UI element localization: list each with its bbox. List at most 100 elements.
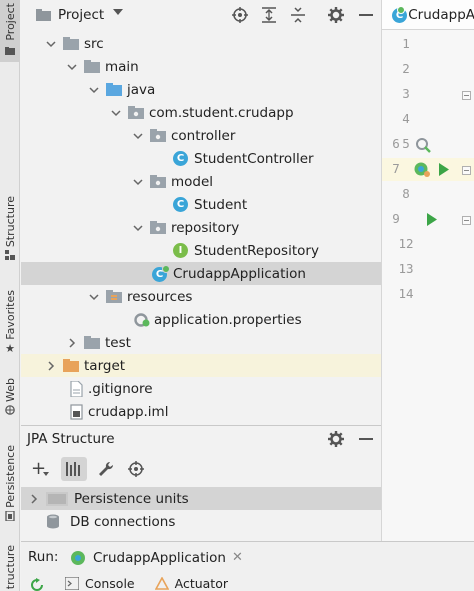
folder-icon xyxy=(84,336,100,349)
tree-label: Student xyxy=(194,196,248,213)
line-number: 9 xyxy=(392,211,400,226)
tool-tab-favorites-label: Favorites xyxy=(3,290,17,340)
console-icon xyxy=(65,577,79,590)
target-icon[interactable] xyxy=(232,7,248,23)
tree-row-main[interactable]: main xyxy=(21,55,381,78)
tree-row-model[interactable]: model xyxy=(21,170,381,193)
tree-row-controller[interactable]: controller xyxy=(21,124,381,147)
tree-row-resources[interactable]: resources xyxy=(21,285,381,308)
folder-icon xyxy=(63,37,79,50)
rerun-icon[interactable] xyxy=(29,578,45,591)
tree-row-package[interactable]: com.student.crudapp xyxy=(21,101,381,124)
spring-bean-icon[interactable] xyxy=(415,137,431,153)
chevron-down-icon[interactable] xyxy=(133,177,143,187)
line-number: 13 xyxy=(398,261,414,276)
project-panel: Project src main java com.student.crudap… xyxy=(21,0,399,425)
properties-file-icon xyxy=(134,312,150,327)
editor-area: C CrudappA 1 2 3 4 5 6 7 8 9 12 13 14 xyxy=(381,0,474,541)
tree-row-studentcontroller[interactable]: C StudentController xyxy=(21,147,381,170)
chevron-right-icon[interactable] xyxy=(46,360,56,371)
tool-tab-web[interactable]: Web xyxy=(0,378,20,426)
close-icon[interactable]: ✕ xyxy=(232,550,243,565)
columns-icon xyxy=(66,462,80,476)
chevron-right-icon[interactable] xyxy=(29,493,39,504)
chevron-down-icon[interactable] xyxy=(133,223,143,233)
spring-boot-icon[interactable] xyxy=(413,161,431,178)
jpa-item-label: DB connections xyxy=(70,513,176,530)
tool-tab-structure[interactable]: Structure xyxy=(0,196,20,268)
tree-row-student[interactable]: C Student xyxy=(21,193,381,216)
target-icon[interactable] xyxy=(128,461,144,477)
tool-tab-project[interactable]: Project xyxy=(0,0,20,62)
tool-tab-favorites[interactable]: Favorites ★ xyxy=(0,290,20,360)
run-icon[interactable] xyxy=(426,213,438,226)
run-icon[interactable] xyxy=(438,163,450,176)
tree-row-iml[interactable]: crudapp.iml xyxy=(21,400,381,423)
fold-marker[interactable] xyxy=(462,91,471,100)
chevron-down-icon[interactable] xyxy=(113,9,123,15)
persistence-icon xyxy=(5,510,15,521)
console-tab[interactable]: Console xyxy=(65,576,135,591)
console-tab-label: Console xyxy=(85,576,135,591)
chevron-down-icon[interactable] xyxy=(46,39,56,49)
run-label: Run: xyxy=(28,549,59,565)
package-icon xyxy=(150,175,166,188)
chevron-down-icon[interactable] xyxy=(133,131,143,141)
line-number: 4 xyxy=(402,111,410,126)
fold-marker[interactable] xyxy=(462,216,471,225)
source-folder-icon xyxy=(106,83,122,96)
star-icon: ★ xyxy=(5,341,15,355)
run-subtabs: Console Actuator xyxy=(65,576,228,591)
chevron-down-icon[interactable] xyxy=(89,85,99,95)
editor-tab-label: CrudappA xyxy=(408,6,474,23)
run-config-tab[interactable]: CrudappApplication ✕ xyxy=(71,545,243,570)
line-number: 7 xyxy=(392,161,400,176)
chevron-right-icon[interactable] xyxy=(67,337,77,348)
tool-tab-structure-bottom[interactable]: tructure xyxy=(0,545,20,591)
tree-row-test[interactable]: test xyxy=(21,331,381,354)
class-icon: C xyxy=(173,151,188,166)
tree-label: CrudappApplication xyxy=(173,265,306,282)
hide-icon[interactable] xyxy=(359,14,373,16)
spring-boot-icon xyxy=(71,550,89,566)
jpa-item-persistence-units[interactable]: Persistence units xyxy=(21,487,381,510)
tree-row-gitignore[interactable]: .gitignore xyxy=(21,377,381,400)
tree-label: main xyxy=(105,58,139,75)
hide-icon[interactable] xyxy=(359,438,373,440)
globe-icon xyxy=(5,405,15,415)
view-toggle-button[interactable] xyxy=(61,457,87,481)
gear-icon[interactable] xyxy=(328,7,344,23)
tree-row-crudappapplication[interactable]: C CrudappApplication xyxy=(21,262,381,285)
chevron-down-icon[interactable] xyxy=(111,108,121,118)
tree-label: controller xyxy=(171,127,236,144)
tree-row-java[interactable]: java xyxy=(21,78,381,101)
tree-row-src[interactable]: src xyxy=(21,32,381,55)
tool-tab-persistence[interactable]: Persistence xyxy=(0,445,20,527)
fold-marker[interactable] xyxy=(462,166,471,175)
interface-icon: I xyxy=(173,243,188,258)
collapse-all-icon[interactable] xyxy=(291,7,305,23)
tree-label: src xyxy=(84,35,104,52)
chevron-down-icon[interactable] xyxy=(67,62,77,72)
tree-row-application-properties[interactable]: application.properties xyxy=(21,308,381,331)
gear-icon[interactable] xyxy=(328,431,344,447)
chevron-down-icon[interactable] xyxy=(89,292,99,302)
wrench-icon[interactable] xyxy=(98,461,114,477)
expand-all-icon[interactable] xyxy=(262,7,276,23)
tree-row-studentrepository[interactable]: I StudentRepository xyxy=(21,239,381,262)
project-view-label[interactable]: Project xyxy=(58,7,104,23)
tree-row-repository[interactable]: repository xyxy=(21,216,381,239)
editor-tab[interactable]: C CrudappA xyxy=(382,0,474,30)
line-number: 6 xyxy=(392,136,400,151)
jpa-item-db-connections[interactable]: DB connections xyxy=(21,510,381,533)
line-number: 2 xyxy=(402,61,410,76)
actuator-tab[interactable]: Actuator xyxy=(154,576,228,591)
tree-label: test xyxy=(105,334,131,351)
spring-class-icon: C xyxy=(152,264,170,282)
line-number: 14 xyxy=(398,286,414,301)
folder-icon xyxy=(5,46,15,55)
jpa-item-label: Persistence units xyxy=(74,490,189,507)
jpa-panel-title: JPA Structure xyxy=(27,431,115,447)
tool-tab-structure-label: Structure xyxy=(3,196,17,248)
tree-row-target[interactable]: target xyxy=(21,354,381,377)
